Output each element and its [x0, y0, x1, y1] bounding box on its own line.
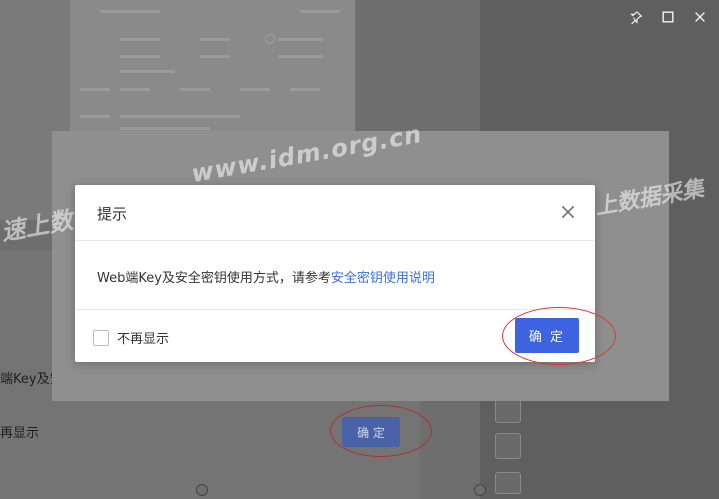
window-controls: [625, 6, 711, 28]
pin-icon[interactable]: [625, 6, 647, 28]
dialog-body: Web端Key及安全密钥使用方式，请参考安全密钥使用说明: [75, 241, 595, 310]
tool-icon-2[interactable]: [495, 433, 521, 459]
security-key-guide-link[interactable]: 安全密钥使用说明: [331, 271, 435, 286]
dialog-message: Web端Key及安全密钥使用方式，请参考安全密钥使用说明: [97, 267, 435, 286]
dialog-message-text: Web端Key及安全密钥使用方式，请参考: [97, 271, 331, 286]
annotation-ellipse: [502, 307, 616, 365]
dont-show-checkbox[interactable]: [93, 329, 109, 346]
close-icon[interactable]: [559, 203, 577, 221]
dont-show-label: 不再显示: [117, 332, 170, 347]
background-annotation-ellipse: [330, 405, 432, 457]
more-icon[interactable]: [495, 472, 521, 494]
dont-show-again-option[interactable]: 不再显示: [93, 328, 169, 347]
background-dont-show: 再显示: [0, 426, 40, 441]
close-icon[interactable]: [689, 6, 711, 28]
resize-handle[interactable]: [474, 484, 486, 496]
maximize-icon[interactable]: [657, 6, 679, 28]
dialog-title: 提示: [97, 205, 128, 223]
resize-handle[interactable]: [196, 484, 208, 496]
dialog-header: 提示: [75, 185, 595, 241]
